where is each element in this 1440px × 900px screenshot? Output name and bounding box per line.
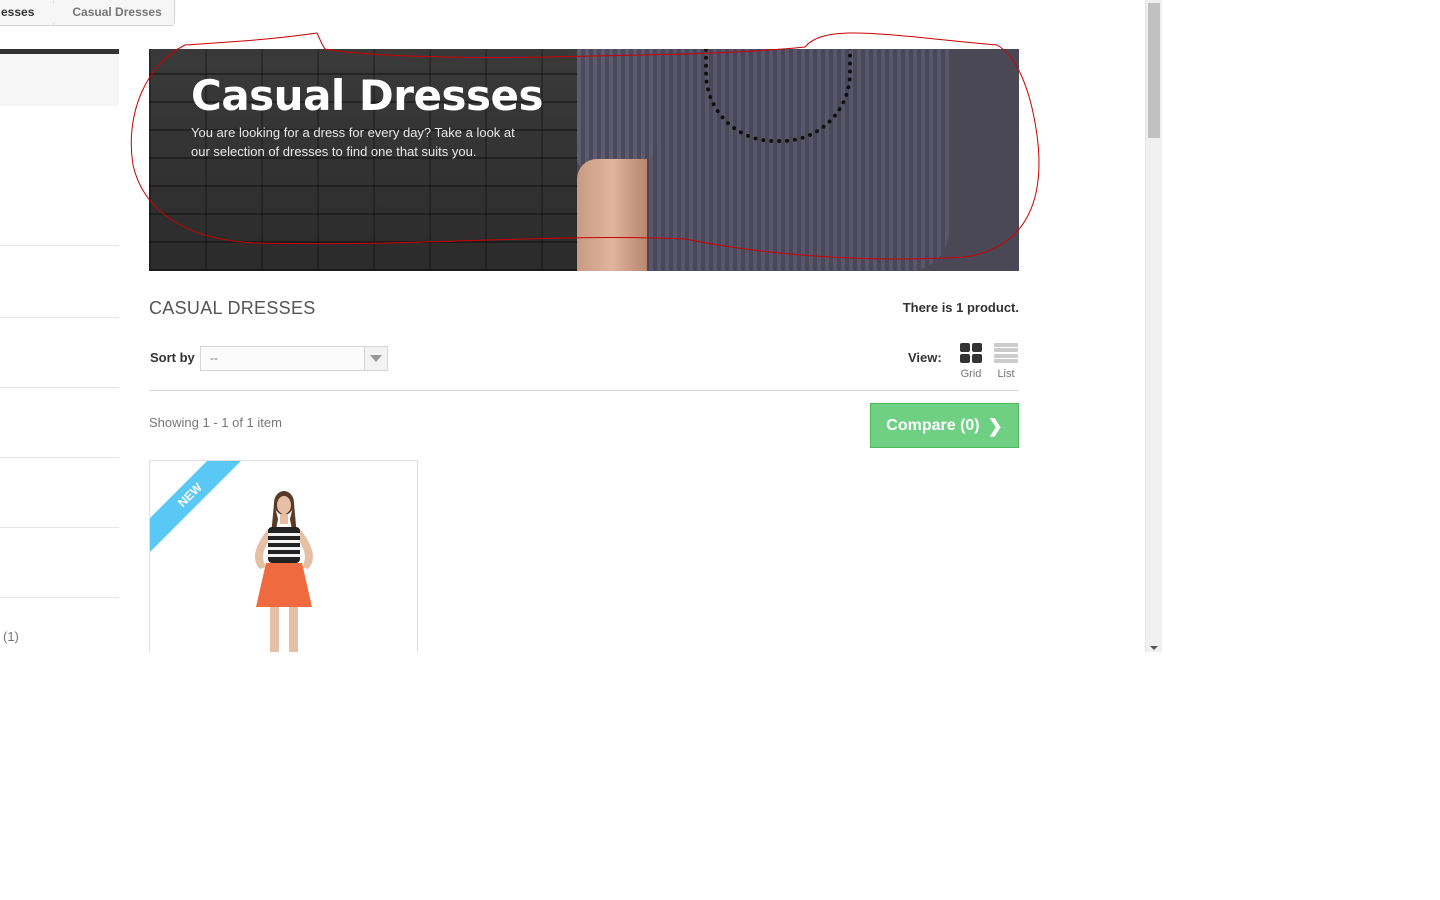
filter-count: (1) [3,629,19,644]
sort-select[interactable]: -- [200,346,388,371]
category-banner: Casual Dresses You are looking for a dre… [149,49,1019,271]
view-label: View: [908,350,942,365]
left-sidebar [0,49,119,598]
sort-label: Sort by [150,350,195,365]
scroll-down-arrow-icon[interactable] [1150,646,1158,650]
pagination-summary: Showing 1 - 1 of 1 item [149,415,282,430]
product-counter: There is 1 product. [902,300,1019,315]
sidebar-divider [0,387,119,388]
view-grid-button[interactable]: Grid [956,343,986,380]
banner-sleeve [577,49,657,169]
sort-dropdown-button[interactable] [364,347,387,370]
list-icon [994,343,1018,363]
banner-arm [577,159,647,271]
view-list-button[interactable]: List [991,343,1021,380]
sidebar-divider [0,317,119,318]
view-grid-label: Grid [960,368,982,380]
product-image[interactable] [234,489,334,652]
compare-button[interactable]: Compare (0) ❯ [870,403,1019,448]
content-divider [149,390,1019,391]
breadcrumb-current: Casual Dresses [54,0,174,25]
banner-title: Casual Dresses [191,71,543,120]
sort-selected-value: -- [210,351,218,365]
chevron-right-icon: ❯ [987,415,1003,436]
sidebar-block-title [0,54,119,106]
sidebar-divider [0,597,119,598]
banner-description: You are looking for a dress for every da… [191,125,515,159]
browser-viewport: esses Casual Dresses (1) Casual Dresses … [0,0,1162,652]
view-list-label: List [997,368,1015,380]
chevron-down-icon [370,355,382,362]
breadcrumb: esses Casual Dresses [0,0,175,26]
compare-button-label: Compare (0) [886,416,980,434]
vertical-scrollbar[interactable] [1145,0,1162,652]
product-card[interactable]: NEW [149,460,418,652]
sidebar-divider [0,457,119,458]
sidebar-divider [0,527,119,528]
page-title: CASUAL DRESSES [149,298,316,318]
breadcrumb-link-dresses[interactable]: esses [0,0,61,26]
scrollbar-thumb[interactable] [1148,3,1160,138]
grid-icon [960,343,982,363]
sidebar-divider [0,245,119,246]
